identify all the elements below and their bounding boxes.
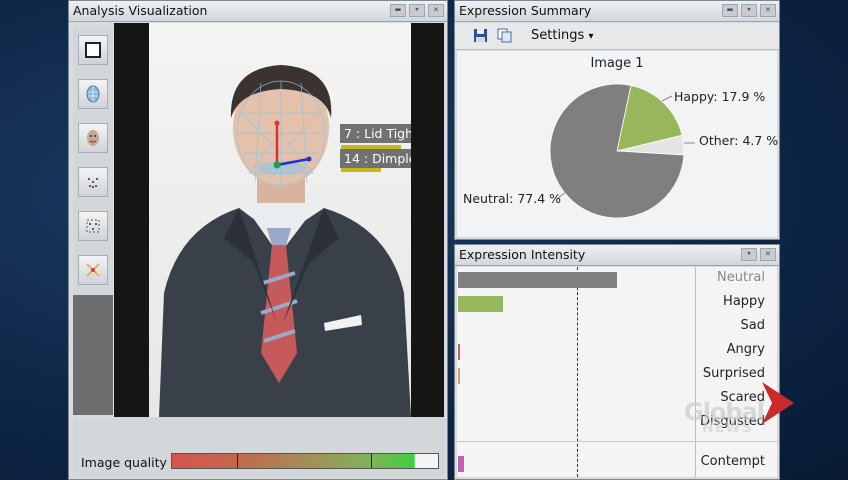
landmark-box-icon bbox=[86, 219, 100, 233]
intensity-label-contempt: Contempt bbox=[700, 454, 765, 469]
axes-icon bbox=[86, 263, 100, 277]
dropdown-button[interactable]: ▾ bbox=[409, 4, 425, 17]
face-points-icon bbox=[88, 178, 98, 188]
analysis-titlebar: Analysis Visualization ▬ ▾ ✕ bbox=[69, 1, 447, 22]
save-icon[interactable] bbox=[473, 28, 488, 43]
landmark-box-tool-button[interactable] bbox=[78, 211, 108, 241]
intensity-row: Surprised bbox=[457, 363, 779, 387]
face-mesh-icon bbox=[86, 85, 100, 103]
global-news-watermark: Global NEWS bbox=[680, 382, 800, 440]
pie-label-other: Other: 4.7 % bbox=[699, 133, 779, 148]
pie-chart-area: Image 1 Happy: 17.9 % Other: 4.7 % Neutr… bbox=[457, 51, 779, 237]
person-illustration bbox=[159, 65, 411, 417]
intensity-bar-happy bbox=[458, 296, 503, 312]
intensity-chart-area: Neutral Happy Sad Angry Surprised Scared Disgu… bbox=[457, 267, 779, 477]
face-texture-icon bbox=[87, 130, 99, 146]
intensity-bar-angry bbox=[458, 344, 460, 360]
intensity-row: Angry bbox=[457, 339, 779, 363]
face-texture-tool-button[interactable] bbox=[78, 123, 108, 153]
settings-label: Settings bbox=[531, 28, 585, 43]
watermark-sub: NEWS bbox=[702, 420, 753, 436]
intensity-bar-contempt bbox=[458, 456, 464, 472]
quality-tick bbox=[237, 454, 238, 468]
pie-leader-line bbox=[661, 95, 673, 102]
quality-tick bbox=[371, 454, 372, 468]
image-viewport[interactable]: 7 : Lid Tightener 14 : Dimpler bbox=[114, 23, 444, 417]
intensity-titlebar: Expression Intensity ▾ ✕ bbox=[455, 245, 779, 266]
tool-column-empty bbox=[73, 295, 113, 415]
intensity-row: Contempt bbox=[457, 451, 779, 475]
intensity-label-angry: Angry bbox=[726, 342, 765, 357]
dropdown-button[interactable]: ▾ bbox=[741, 4, 757, 17]
intensity-bar-neutral bbox=[458, 272, 617, 288]
close-button[interactable]: ✕ bbox=[760, 248, 776, 261]
intensity-title: Expression Intensity bbox=[459, 247, 586, 262]
intensity-row: Happy bbox=[457, 291, 779, 315]
image-quality-bar bbox=[171, 453, 439, 469]
intensity-bar-surprised bbox=[458, 368, 460, 384]
intensity-label-neutral: Neutral bbox=[717, 270, 765, 285]
intensity-separator bbox=[457, 441, 779, 442]
intensity-label-happy: Happy bbox=[723, 294, 765, 309]
intensity-label-surprised: Surprised bbox=[702, 366, 765, 381]
summary-titlebar: Expression Summary ▬ ▾ ✕ bbox=[455, 1, 779, 22]
summary-toolbar: Settings ▾ bbox=[455, 23, 779, 50]
minimize-button[interactable]: ▬ bbox=[390, 4, 406, 17]
pie-label-neutral: Neutral: 77.4 % bbox=[463, 191, 562, 206]
chevron-down-icon: ▾ bbox=[588, 31, 594, 42]
copy-icon[interactable] bbox=[497, 28, 512, 43]
minimize-button[interactable]: ▬ bbox=[722, 4, 738, 17]
close-button[interactable]: ✕ bbox=[760, 4, 776, 17]
image-quality-area: Image quality bbox=[73, 417, 445, 477]
pie-label-happy: Happy: 17.9 % bbox=[674, 89, 766, 104]
square-frame-icon bbox=[85, 42, 101, 58]
frame-tool-button[interactable] bbox=[78, 35, 108, 65]
intensity-row: Neutral bbox=[457, 267, 779, 291]
summary-title: Expression Summary bbox=[459, 3, 592, 18]
face-points-tool-button[interactable] bbox=[78, 167, 108, 197]
au-label-dimpler: 14 : Dimpler bbox=[340, 149, 411, 168]
face-mesh-tool-button[interactable] bbox=[78, 79, 108, 109]
axes-tool-button[interactable] bbox=[78, 255, 108, 285]
analysis-title: Analysis Visualization bbox=[73, 3, 208, 18]
close-button[interactable]: ✕ bbox=[428, 4, 444, 17]
settings-menu[interactable]: Settings ▾ bbox=[531, 28, 594, 43]
dropdown-button[interactable]: ▾ bbox=[741, 248, 757, 261]
expression-summary-panel: Expression Summary ▬ ▾ ✕ Settings ▾ Imag… bbox=[454, 0, 780, 240]
intensity-row: Sad bbox=[457, 315, 779, 339]
analyzed-photo: 7 : Lid Tightener 14 : Dimpler bbox=[149, 23, 411, 417]
image-quality-label: Image quality bbox=[81, 455, 167, 470]
analysis-visualization-panel: Analysis Visualization ▬ ▾ ✕ 7: Lid Tig… bbox=[68, 0, 448, 480]
intensity-label-sad: Sad bbox=[740, 318, 765, 333]
expression-intensity-panel: Expression Intensity ▾ ✕ Neutral Happy Sad… bbox=[454, 244, 780, 480]
au-label-lid-tightener: 7 : Lid Tightener bbox=[340, 124, 411, 143]
